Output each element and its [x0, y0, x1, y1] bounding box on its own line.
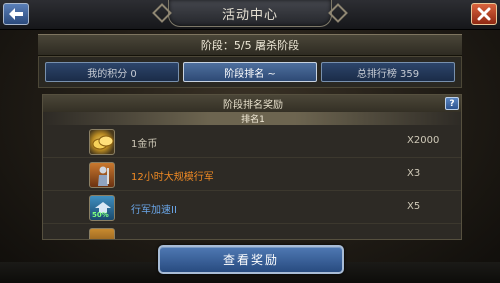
- reward-row: 12小时大规模行军 X3: [43, 159, 461, 191]
- stage-label: 阶段：5/5 屠杀阶段: [200, 39, 300, 52]
- reward-item-quantity: X5: [407, 201, 421, 212]
- close-button[interactable]: [471, 3, 497, 25]
- reward-row: 50% 行军加速II X5: [43, 192, 461, 224]
- back-button[interactable]: [3, 3, 29, 25]
- tab-my-points[interactable]: 我的积分 0: [45, 62, 179, 82]
- rank-label-bar: 排名1: [43, 112, 461, 125]
- rewards-panel-title: 阶段排名奖励: [223, 100, 283, 111]
- page-title: 活动中心: [221, 7, 278, 23]
- reward-item-name: 12小时大规模行军: [131, 172, 214, 183]
- rewards-panel-header: 阶段排名奖励 ?: [43, 95, 461, 112]
- gold-coins-icon: [89, 129, 115, 155]
- rewards-panel: 阶段排名奖励 ? 排名1 1金币 X2000 12小时大规模行军 X3 50% …: [42, 94, 462, 240]
- title-plate: 活动中心: [168, 0, 332, 27]
- reward-item-quantity: X2000: [407, 135, 440, 146]
- tabs-row: 我的积分 0 阶段排名 ~ 总排行榜 359: [38, 56, 462, 88]
- help-button[interactable]: ?: [445, 97, 459, 110]
- tab-stage-ranking[interactable]: 阶段排名 ~: [183, 62, 317, 82]
- title-bar: 活动中心: [0, 0, 500, 30]
- chest-icon: [89, 228, 115, 239]
- reward-item-name: 行军加速II: [131, 205, 177, 216]
- reward-row: 1金币 X2000: [43, 126, 461, 158]
- close-x-icon: [477, 7, 491, 21]
- reward-row: [43, 225, 461, 239]
- back-arrow-icon: [9, 8, 23, 20]
- reward-item-quantity: X3: [407, 168, 421, 179]
- view-rewards-button[interactable]: 查看奖励: [158, 245, 344, 274]
- march-speedup-icon: 50%: [89, 195, 115, 221]
- rank-label: 排名1: [241, 115, 265, 125]
- stage-header: 阶段：5/5 屠杀阶段: [38, 34, 462, 56]
- tab-overall-leaderboard[interactable]: 总排行榜 359: [321, 62, 455, 82]
- march-soldier-icon: [89, 162, 115, 188]
- speedup-badge: 50%: [92, 211, 109, 219]
- reward-item-name: 1金币: [131, 139, 158, 150]
